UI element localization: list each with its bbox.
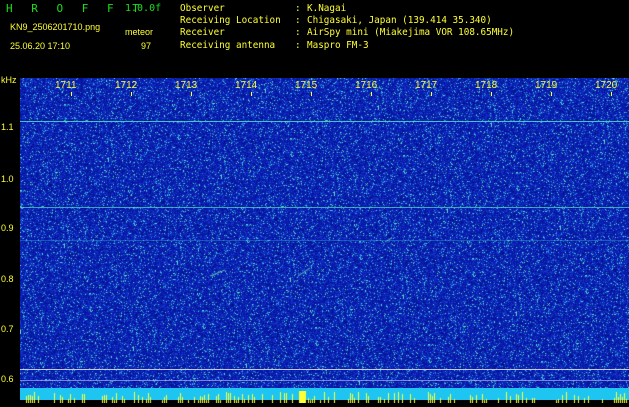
time-tick	[131, 92, 132, 96]
signal-level-marks	[20, 391, 629, 403]
info-key: Receiver	[180, 27, 225, 39]
header: H R O F F T 1.0.0f KN9_2506201710.png me…	[0, 0, 629, 75]
carrier-line	[20, 207, 629, 208]
time-tick	[431, 92, 432, 96]
y-tick-label: 0.8	[1, 274, 14, 284]
time-tick	[551, 92, 552, 96]
time-label: 1712	[115, 80, 138, 91]
info-row-receiver: Receiver: AirSpy mini (Miakejima VOR 108.…	[180, 27, 514, 39]
y-tick-label: 1.0	[1, 174, 14, 184]
info-key: Receiving Location	[180, 15, 281, 27]
info-key: Receiving antenna	[180, 39, 276, 51]
carrier-line	[20, 240, 629, 241]
time-label: 1711	[55, 80, 77, 91]
frequency-axis: 1.1 1.0 0.9 0.8 0.7 0.6	[0, 78, 20, 400]
y-tick-label: 0.9	[1, 223, 14, 233]
time-tick	[611, 92, 612, 96]
time-tick	[371, 92, 372, 96]
info-value: AirSpy mini (Miakejima VOR 108.65MHz)	[307, 27, 515, 39]
info-row-location: Receiving Location: Chigasaki, Japan (139…	[180, 15, 514, 27]
info-value: K.Nagai	[307, 3, 347, 14]
reference-line	[20, 380, 629, 381]
time-tick	[491, 92, 492, 96]
meteor-count: 97	[141, 41, 152, 51]
spectrogram-noise	[20, 78, 629, 388]
y-tick-label: 1.1	[1, 122, 14, 132]
time-label: 1718	[475, 80, 498, 91]
time-label: 1719	[535, 80, 558, 91]
time-label: 1720	[595, 80, 618, 91]
info-row-antenna: Receiving antenna: Maspro FM-3	[180, 40, 514, 52]
info-value: Chigasaki, Japan (139.414 35.340)	[307, 15, 492, 27]
info-sep: :	[295, 27, 301, 39]
info-row-observer: Observer: K.Nagai	[180, 3, 514, 15]
y-tick-label: 0.7	[1, 324, 14, 334]
time-label: 1715	[295, 80, 318, 91]
file-name: KN9_2506201710.png	[10, 22, 101, 32]
info-value: Maspro FM-3	[307, 39, 369, 51]
time-tick	[191, 92, 192, 96]
time-label: 1713	[175, 80, 198, 91]
time-label: 1716	[355, 80, 378, 91]
carrier-line	[20, 121, 629, 122]
info-key: Observer	[180, 3, 225, 14]
info-sep: :	[295, 15, 301, 27]
y-tick-label: 0.6	[1, 374, 14, 384]
observation-info: Observer: K.Nagai Receiving Location: Chig…	[180, 3, 514, 52]
info-sep: :	[295, 3, 301, 14]
signal-level-bar	[20, 388, 629, 403]
reference-line	[20, 369, 629, 370]
time-tick	[71, 92, 72, 96]
spectrogram-plot[interactable]: 1711 1712 1713 1714 1715 1716 1717 1718 …	[20, 78, 629, 388]
time-label: 1717	[415, 80, 438, 91]
version-label: 1.0.0f	[125, 3, 162, 14]
time-label: 1714	[235, 80, 258, 91]
info-sep: :	[295, 39, 301, 51]
time-tick	[311, 92, 312, 96]
date-time: 25.06.20 17:10	[10, 41, 71, 51]
mode-label: meteor	[125, 27, 154, 37]
time-tick	[251, 92, 252, 96]
